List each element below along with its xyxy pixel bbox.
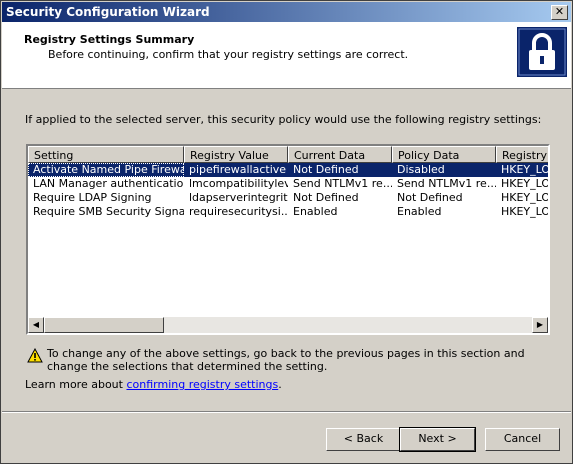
column-header-policy-data[interactable]: Policy Data (392, 146, 496, 163)
learn-more-suffix: . (278, 378, 282, 391)
window-title: Security Configuration Wizard (6, 5, 210, 19)
cell-current-data: Send NTLMv1 re... (293, 177, 392, 190)
wizard-header: Registry Settings Summary Before continu… (2, 22, 571, 89)
cell-current-data: Not Defined (293, 163, 359, 176)
cell-registry-value: lmcompatibilitylevel (189, 177, 288, 190)
cell-current-data: Not Defined (293, 191, 359, 204)
cell-registry-value: requiresecuritysi... (189, 205, 288, 218)
close-button[interactable]: ✕ (551, 5, 568, 20)
next-button[interactable]: Next > (399, 427, 476, 452)
page-title: Registry Settings Summary (24, 33, 195, 46)
list-header: Setting Registry Value Current Data Poli… (28, 146, 548, 163)
scroll-right-icon[interactable]: ▶ (532, 317, 548, 333)
cell-setting: Require LDAP Signing (33, 191, 152, 204)
learn-more-prefix: Learn more about (25, 378, 127, 391)
table-row[interactable]: Activate Named Pipe Firewall pipefirewal… (28, 163, 550, 177)
cell-policy-data: Enabled (397, 205, 442, 218)
cell-setting: Activate Named Pipe Firewall (28, 163, 184, 177)
cell-registry-value: ldapserverintegrity (189, 191, 288, 204)
cell-registry-key: HKEY_LOC (501, 177, 550, 190)
horizontal-scrollbar[interactable]: ◀ ▶ (28, 317, 548, 333)
cell-setting: LAN Manager authentication (33, 177, 184, 190)
cancel-button[interactable]: Cancel (485, 428, 560, 451)
wizard-window: Security Configuration Wizard ✕ Registry… (0, 0, 573, 464)
scroll-left-icon[interactable]: ◀ (28, 317, 44, 333)
scrollbar-thumb[interactable] (44, 317, 164, 333)
cell-current-data: Enabled (293, 205, 338, 218)
warning-text: To change any of the above settings, go … (47, 347, 525, 373)
table-row[interactable]: Require SMB Security Signat... requirese… (28, 205, 550, 219)
cell-registry-value: pipefirewallactive (189, 163, 287, 176)
cell-policy-data: Disabled (397, 163, 445, 176)
cell-registry-key: HKEY_LOC (501, 163, 550, 176)
column-header-current-data[interactable]: Current Data (288, 146, 392, 163)
lock-icon (517, 27, 567, 77)
cell-policy-data: Not Defined (397, 191, 463, 204)
cell-registry-key: HKEY_LOC (501, 191, 550, 204)
title-bar: Security Configuration Wizard ✕ (2, 2, 571, 22)
cell-registry-key: HKEY_LOC (501, 205, 550, 218)
cell-setting: Require SMB Security Signat... (33, 205, 184, 218)
back-button[interactable]: < Back (326, 428, 401, 451)
column-header-setting[interactable]: Setting (28, 146, 184, 163)
page-subtitle: Before continuing, confirm that your reg… (48, 48, 409, 61)
registry-settings-list[interactable]: Setting Registry Value Current Data Poli… (26, 144, 550, 335)
column-header-registry-key[interactable]: Registry K (496, 146, 548, 163)
table-row[interactable]: Require LDAP Signing ldapserverintegrity… (28, 191, 550, 205)
table-row[interactable]: LAN Manager authentication lmcompatibili… (28, 177, 550, 191)
warning-icon (27, 347, 43, 366)
confirming-registry-settings-link[interactable]: confirming registry settings (126, 378, 278, 391)
intro-text: If applied to the selected server, this … (25, 113, 542, 126)
column-header-registry-value[interactable]: Registry Value (184, 146, 288, 163)
learn-more: Learn more about confirming registry set… (25, 378, 282, 391)
button-separator (2, 411, 571, 413)
cell-policy-data: Send NTLMv1 re... (397, 177, 496, 190)
